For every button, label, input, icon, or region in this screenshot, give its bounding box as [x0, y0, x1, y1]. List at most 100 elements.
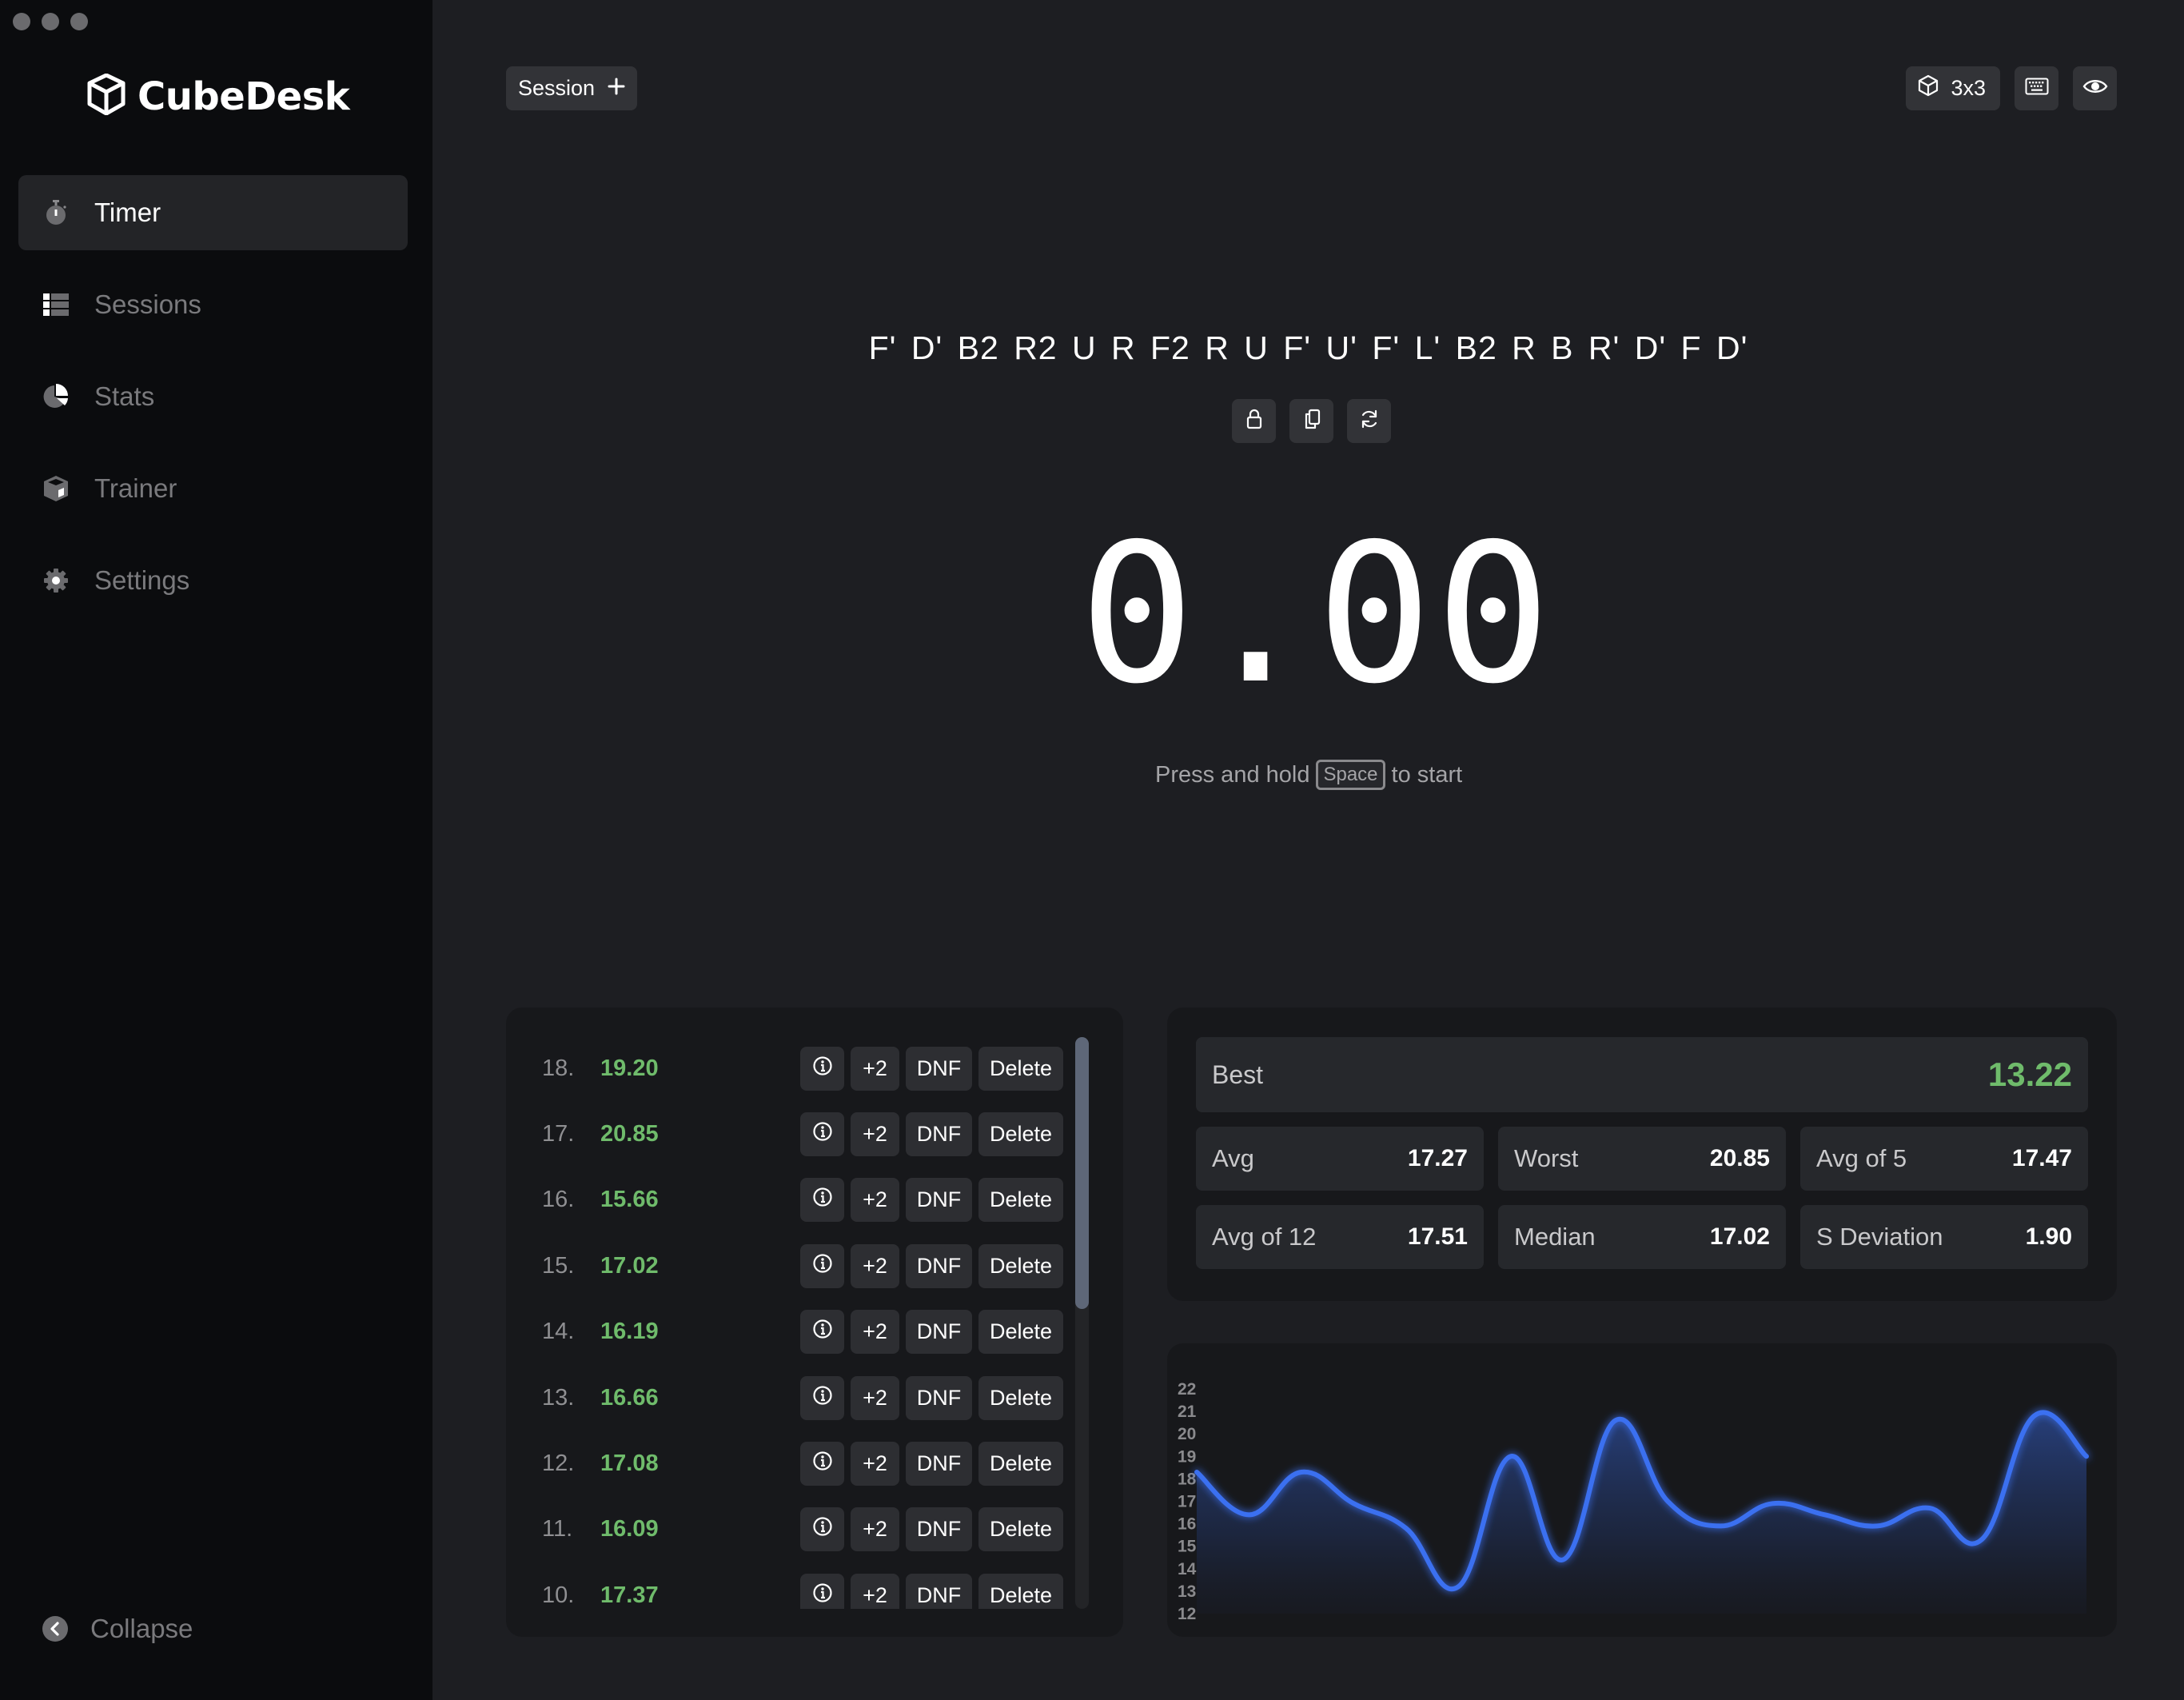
stat-value: 17.02: [1709, 1223, 1770, 1250]
solve-delete-button[interactable]: Delete: [978, 1507, 1063, 1552]
y-tick-label: 14: [1178, 1560, 1197, 1578]
window-minimize-button[interactable]: [42, 13, 59, 30]
chart-point[interactable]: [1716, 1521, 1725, 1530]
solve-delete-button[interactable]: Delete: [978, 1442, 1063, 1487]
chart-point[interactable]: [1925, 1503, 1935, 1513]
solve-delete-button[interactable]: Delete: [978, 1573, 1063, 1609]
sidebar-item-label: Timer: [94, 198, 161, 227]
solve-delete-button[interactable]: Delete: [978, 1375, 1063, 1420]
solve-plus2-button[interactable]: +2: [851, 1442, 899, 1487]
new-session-button[interactable]: Session: [506, 66, 638, 110]
timer-display[interactable]: 0.00: [1079, 518, 1554, 710]
hint-suffix: to start: [1391, 761, 1463, 788]
top-toolbar: 3x3: [1906, 66, 2117, 110]
chart-point[interactable]: [1872, 1521, 1882, 1530]
solve-dnf-button[interactable]: DNF: [906, 1442, 972, 1487]
cube-type-selector[interactable]: 3x3: [1906, 66, 2000, 110]
solve-time[interactable]: 19.20: [600, 1056, 659, 1082]
solve-info-button[interactable]: [800, 1178, 844, 1223]
chart-point[interactable]: [1977, 1534, 1987, 1544]
solve-time[interactable]: 16.66: [600, 1385, 659, 1411]
chart-point[interactable]: [2030, 1411, 2039, 1421]
chart-point[interactable]: [1453, 1582, 1463, 1591]
chart-point[interactable]: [1244, 1510, 1253, 1519]
solve-delete-button[interactable]: Delete: [978, 1046, 1063, 1091]
cube-type-label: 3x3: [1951, 76, 1986, 100]
scrollbar-thumb[interactable]: [1075, 1037, 1089, 1309]
timer-hint: Press and hold Space to start: [1155, 760, 1462, 790]
sidebar-item-timer[interactable]: Timer: [18, 175, 408, 250]
chart-point[interactable]: [1768, 1498, 1777, 1508]
solve-plus2-button[interactable]: +2: [851, 1112, 899, 1157]
solve-dnf-button[interactable]: DNF: [906, 1178, 972, 1223]
info-icon: [812, 1319, 833, 1345]
keyboard-input-button[interactable]: [2015, 66, 2058, 110]
solve-dnf-button[interactable]: DNF: [906, 1573, 972, 1609]
solve-delete-button[interactable]: Delete: [978, 1243, 1063, 1288]
solve-delete-button[interactable]: Delete: [978, 1112, 1063, 1157]
chart-point[interactable]: [1611, 1415, 1620, 1425]
chart-point[interactable]: [1506, 1451, 1516, 1461]
solve-info-button[interactable]: [800, 1310, 844, 1355]
collapse-sidebar-button[interactable]: Collapse: [42, 1614, 193, 1644]
solve-time[interactable]: 15.66: [600, 1187, 659, 1213]
chart-point[interactable]: [1349, 1498, 1358, 1508]
solve-info-button[interactable]: [800, 1046, 844, 1091]
sidebar-item-label: Sessions: [94, 289, 201, 319]
sidebar-item-trainer[interactable]: Trainer: [18, 451, 408, 526]
app-window: CubeDesk Timer Sessions Stats Trainer Se…: [0, 0, 2184, 1700]
solve-dnf-button[interactable]: DNF: [906, 1243, 972, 1288]
solve-info-button[interactable]: [800, 1375, 844, 1420]
solve-info-button[interactable]: [800, 1573, 844, 1609]
sidebar-item-stats[interactable]: Stats: [18, 359, 408, 434]
solve-info-button[interactable]: [800, 1243, 844, 1288]
solve-time[interactable]: 16.09: [600, 1516, 659, 1542]
solve-plus2-button[interactable]: +2: [851, 1243, 899, 1288]
chart-point[interactable]: [1297, 1467, 1306, 1477]
new-scramble-button[interactable]: [1347, 399, 1391, 443]
solve-actions: +2 DNF Delete: [800, 1310, 1063, 1355]
solve-plus2-button[interactable]: +2: [851, 1310, 899, 1355]
window-maximize-button[interactable]: [70, 13, 88, 30]
solve-actions: +2 DNF Delete: [800, 1573, 1063, 1609]
solve-info-button[interactable]: [800, 1112, 844, 1157]
solve-dnf-button[interactable]: DNF: [906, 1046, 972, 1091]
solve-plus2-button[interactable]: +2: [851, 1046, 899, 1091]
sidebar-item-settings[interactable]: Settings: [18, 543, 408, 618]
solve-delete-button[interactable]: Delete: [978, 1310, 1063, 1355]
solve-time[interactable]: 17.37: [600, 1582, 659, 1609]
chart-point[interactable]: [1558, 1555, 1568, 1565]
solve-plus2-button[interactable]: +2: [851, 1375, 899, 1420]
solve-info-button[interactable]: [800, 1442, 844, 1487]
window-close-button[interactable]: [13, 13, 30, 30]
solve-index: 12.: [542, 1451, 575, 1477]
solve-time[interactable]: 17.08: [600, 1451, 659, 1477]
chart-point[interactable]: [1192, 1467, 1202, 1477]
solve-time[interactable]: 20.85: [600, 1121, 659, 1147]
brand-logo[interactable]: CubeDesk: [86, 73, 350, 119]
lock-scramble-button[interactable]: [1232, 399, 1276, 443]
sidebar-item-label: Settings: [94, 565, 190, 595]
window-controls: [13, 13, 88, 30]
solve-plus2-button[interactable]: +2: [851, 1178, 899, 1223]
toggle-visibility-button[interactable]: [2073, 66, 2117, 110]
solve-plus2-button[interactable]: +2: [851, 1573, 899, 1609]
solve-plus2-button[interactable]: +2: [851, 1507, 899, 1552]
chart-point[interactable]: [1820, 1510, 1830, 1519]
chart-point[interactable]: [1401, 1523, 1411, 1533]
chart-point[interactable]: [2082, 1451, 2091, 1461]
solve-dnf-button[interactable]: DNF: [906, 1375, 972, 1420]
copy-scramble-button[interactable]: [1289, 399, 1333, 443]
chart-point[interactable]: [1663, 1497, 1672, 1506]
solve-time[interactable]: 16.19: [600, 1319, 659, 1345]
solve-time[interactable]: 17.02: [600, 1253, 659, 1279]
sidebar-item-sessions[interactable]: Sessions: [18, 267, 408, 342]
stat-worst: Worst 20.85: [1498, 1127, 1786, 1191]
solve-dnf-button[interactable]: DNF: [906, 1507, 972, 1552]
solve-dnf-button[interactable]: DNF: [906, 1112, 972, 1157]
solve-row: 12. 17.08 +2 DNF Delete: [506, 1431, 1083, 1496]
solve-dnf-button[interactable]: DNF: [906, 1310, 972, 1355]
solve-info-button[interactable]: [800, 1507, 844, 1552]
solves-scrollbar[interactable]: [1075, 1037, 1089, 1609]
solve-delete-button[interactable]: Delete: [978, 1178, 1063, 1223]
